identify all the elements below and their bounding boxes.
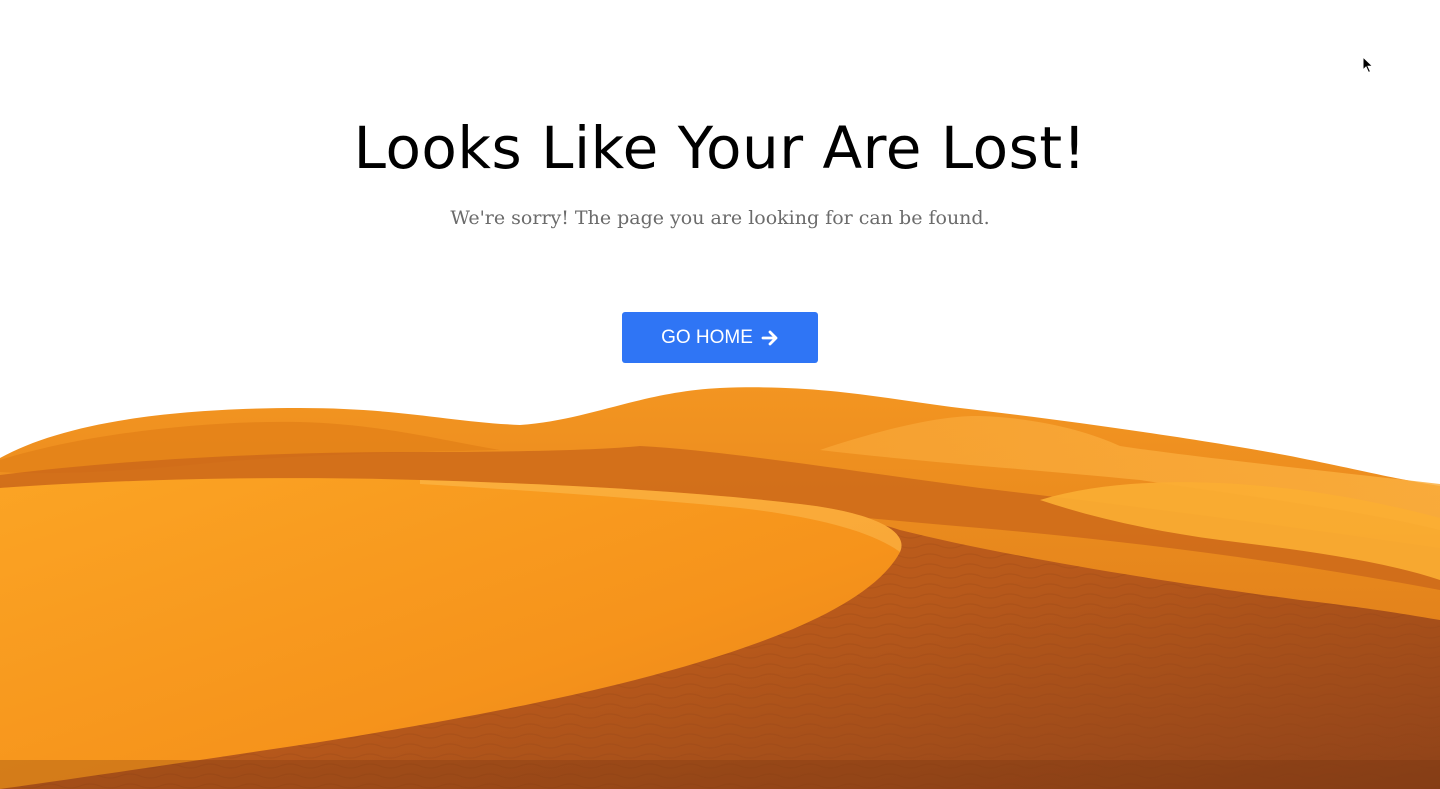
not-found-page: Looks Like Your Are Lost! We're sorry! T… bbox=[0, 0, 1440, 789]
go-home-button-label: GO HOME bbox=[661, 326, 753, 348]
desert-dunes-illustration bbox=[0, 387, 1440, 789]
go-home-button[interactable]: GO HOME bbox=[622, 312, 818, 363]
arrow-right-icon bbox=[761, 329, 779, 347]
page-subtitle: We're sorry! The page you are looking fo… bbox=[450, 207, 990, 229]
page-title: Looks Like Your Are Lost! bbox=[353, 114, 1087, 182]
mouse-pointer-icon bbox=[1362, 56, 1374, 74]
